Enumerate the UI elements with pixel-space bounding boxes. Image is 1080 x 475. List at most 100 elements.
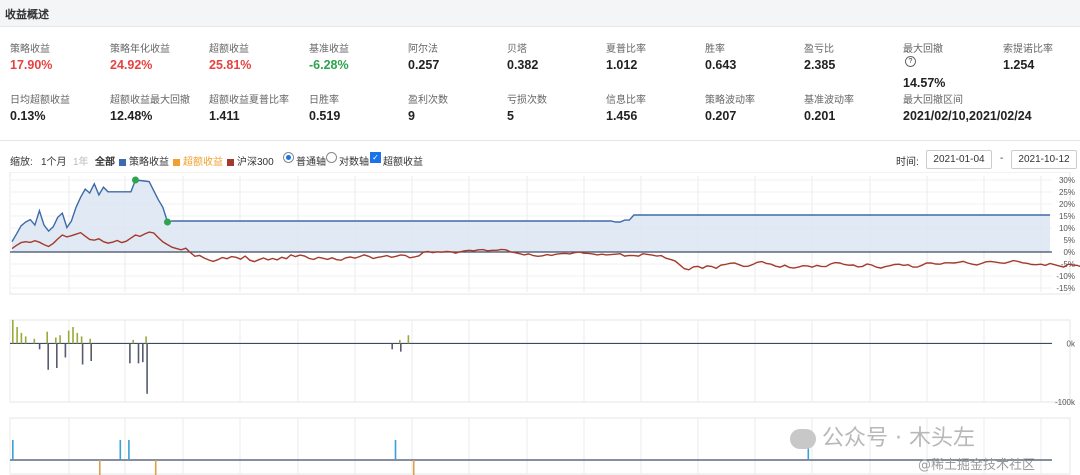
legend-strategy-label: 策略收益 (129, 157, 169, 168)
y-tick-label: 25% (1059, 188, 1075, 197)
buy-bar (76, 332, 79, 344)
legend-benchmark[interactable]: 沪深300 (227, 153, 274, 168)
buy-bar (33, 338, 36, 344)
metric-label: 阿尔法 (408, 44, 438, 55)
watermark-text: 公众号 · 木头左 (822, 426, 975, 451)
metric-label: 贝塔 (507, 44, 527, 55)
position-bar-negative (154, 460, 157, 475)
metrics-panel: 策略收益 17.90% 策略年化收益 24.92% 超额收益 25.81% 基准收益 -6.2… (0, 27, 1080, 141)
position-bar (12, 440, 14, 460)
y-tick-label: 5% (1063, 236, 1075, 245)
metric-r1-3: 基准收益 -6.28% (309, 40, 404, 72)
metric-r1-10: 索提诺比率 1.254 (1003, 40, 1080, 72)
sell-bar (81, 343, 84, 365)
metric-label: 基准波动率 (804, 95, 854, 106)
buy-bar (132, 339, 134, 344)
metric-r1-7: 胜率 0.643 (705, 40, 800, 72)
metric-r2-6: 信息比率 1.456 (606, 91, 701, 123)
metric-label: 信息比率 (606, 95, 646, 106)
date-from-input[interactable]: 2021-01-04 (926, 150, 992, 169)
drawdown-marker (131, 176, 139, 184)
metric-value: 0.13% (10, 109, 46, 123)
metric-r2-7: 策略波动率 0.207 (705, 91, 800, 123)
metric-value: 2021/02/10,2021/02/24 (903, 109, 1032, 123)
legend-excess[interactable]: 超额收益 (173, 153, 223, 168)
axis-log-radio[interactable] (326, 152, 337, 163)
metric-label: 索提诺比率 (1003, 44, 1053, 55)
metric-value: 1.456 (606, 109, 638, 123)
metric-r1-0: 策略收益 17.90% (10, 40, 105, 72)
metric-value: 25.81% (209, 58, 252, 72)
metric-label: 最大回撤 (903, 44, 943, 55)
metric-value: 9 (408, 109, 415, 123)
bar-chart-frame (9, 319, 1071, 403)
metric-label: 盈亏比 (804, 44, 834, 55)
y-tick-label: 10% (1059, 224, 1075, 233)
sell-bar (400, 343, 402, 352)
buy-bar (24, 336, 27, 344)
legend-excess-swatch (173, 158, 180, 166)
zoom-1m-button[interactable]: 1个月 (41, 153, 67, 168)
zoom-label: 缩放: (10, 157, 33, 168)
metric-label: 策略波动率 (705, 95, 755, 106)
excess-checkbox-label: 超额收益 (383, 157, 423, 168)
metric-label: 盈利次数 (408, 95, 448, 106)
metric-label: 最大回撤区间 (903, 95, 963, 106)
metric-r1-9: 最大回撤? 14.57% (903, 40, 1013, 90)
metric-r2-9: 最大回撤区间 2021/02/10,2021/02/24 (903, 91, 1032, 123)
metric-value: 12.48% (110, 109, 153, 123)
metric-label: 夏普比率 (606, 44, 646, 55)
metric-label: 日均超额收益 (10, 95, 70, 106)
sell-bar (391, 343, 393, 350)
zoom-all-button[interactable]: 全部 (95, 153, 115, 168)
metric-r2-8: 基准波动率 0.201 (804, 91, 899, 123)
y-tick-label: 15% (1059, 212, 1075, 221)
axis-normal-radio[interactable] (283, 152, 294, 163)
metric-value: 0.207 (705, 109, 737, 123)
sell-bar (38, 343, 41, 350)
zoom-1y-button[interactable]: 1年 (73, 153, 89, 168)
metric-r1-6: 夏普比率 1.012 (606, 40, 701, 72)
sell-bar (146, 343, 148, 394)
position-bar (394, 440, 397, 460)
buy-bar (16, 327, 18, 344)
metric-value: 0.382 (507, 58, 539, 72)
buy-bar (72, 327, 74, 344)
y-tick-label: -10% (1056, 272, 1075, 281)
metric-value: 1.012 (606, 58, 638, 72)
time-label: 时间: (896, 157, 919, 168)
position-bar-negative (99, 460, 101, 475)
metric-value: 17.90% (10, 58, 53, 72)
metric-r1-1: 策略年化收益 24.92% (110, 40, 205, 72)
buy-bar (12, 320, 14, 344)
metric-r1-5: 贝塔 0.382 (507, 40, 602, 72)
trade-volume-bar-chart: 0k -100k (9, 319, 1076, 407)
metric-r2-5: 亏损次数 5 (507, 91, 602, 123)
date-to-input[interactable]: 2021-10-12 (1011, 150, 1077, 169)
metric-label: 超额收益夏普比率 (209, 95, 289, 106)
legend-strategy[interactable]: 策略收益 (119, 153, 169, 168)
y-tick-label: 30% (1059, 176, 1075, 185)
metric-label: 胜率 (705, 44, 725, 55)
sell-bar (90, 343, 92, 361)
buy-bar (399, 339, 401, 344)
metric-r1-8: 盈亏比 2.385 (804, 40, 899, 72)
metric-label: 超额收益最大回撤 (110, 95, 190, 106)
y-tick-label: -100k (1055, 398, 1076, 407)
metric-r2-1: 超额收益最大回撤 12.48% (110, 91, 205, 123)
sell-bar (64, 343, 67, 358)
position-bar (128, 440, 130, 460)
excess-checkbox[interactable]: ✓ (370, 152, 381, 163)
section-header: 收益概述 (0, 0, 1080, 27)
drawdown-marker (163, 218, 171, 226)
buy-bar (407, 335, 410, 344)
buy-bar (20, 332, 23, 344)
question-circle-icon[interactable]: ? (905, 56, 916, 68)
sell-bar (129, 343, 131, 364)
watermark-juejin: @稀土掘金技术社区 (918, 458, 1036, 473)
metric-r1-2: 超额收益 25.81% (209, 40, 304, 72)
sell-bar (137, 343, 140, 364)
returns-line-chart: 30%25%20%15%10%5%0%-5%-10%-15% (9, 172, 1080, 295)
metric-value: 5 (507, 109, 514, 123)
metric-r2-3: 日胜率 0.519 (309, 91, 404, 123)
